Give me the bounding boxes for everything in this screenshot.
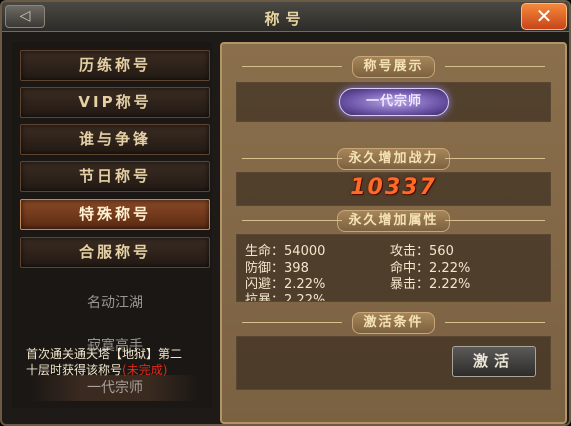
- power-section-header: 永久增加战力: [222, 148, 565, 170]
- activation-condition-text: 首次通关通天塔【地狱】第二 十层时获得该称号(未完成): [26, 347, 183, 377]
- close-x-icon: ✕: [535, 4, 553, 28]
- category-tab-merged-server[interactable]: 合服称号: [20, 237, 210, 268]
- power-box: 10337: [236, 172, 551, 206]
- category-tab-special[interactable]: 特殊称号: [20, 199, 210, 230]
- condition-section-header: 激活条件: [222, 312, 565, 334]
- title-list-item[interactable]: 名动江湖: [30, 290, 200, 316]
- attributes-section-header: 永久增加属性: [222, 210, 565, 232]
- title-detail-panel: 称号展示 一代宗师 永久增加战力 10337 永久增加属性 生命：54000 攻…: [220, 42, 567, 424]
- combat-power-value: 10337: [350, 175, 437, 200]
- category-tab-vip[interactable]: VIP称号: [20, 87, 210, 118]
- attr-defense: 防御：398: [245, 261, 309, 276]
- display-section-header: 称号展示: [222, 56, 565, 78]
- category-tab-training[interactable]: 历练称号: [20, 50, 210, 81]
- window-title: 称号: [264, 10, 307, 28]
- title-badge: 一代宗师: [339, 88, 449, 116]
- activate-button[interactable]: 激活: [452, 346, 536, 377]
- attr-attack: 攻击：560: [390, 244, 454, 259]
- title-list-item-selected[interactable]: 一代宗师: [30, 375, 200, 401]
- title-window: ◁ 称号 ✕ 历练称号 VIP称号 谁与争锋 节日称号 特殊称号 合服称号 名动…: [0, 0, 571, 426]
- attr-crit: 暴击：2.22%: [390, 277, 471, 292]
- category-tab-festival[interactable]: 节日称号: [20, 161, 210, 192]
- attributes-box: 生命：54000 攻击：560 防御：398 命中：2.22% 闪避：2.22%…: [236, 234, 551, 302]
- attr-hp: 生命：54000: [245, 244, 326, 259]
- condition-status: (未完成): [122, 363, 168, 377]
- title-bar: ◁ 称号 ✕: [2, 2, 569, 32]
- attr-dodge: 闪避：2.22%: [245, 277, 326, 292]
- close-button[interactable]: ✕: [521, 3, 567, 30]
- attr-crit-resist: 抗暴：2.22%: [245, 293, 326, 302]
- attr-hit: 命中：2.22%: [390, 261, 471, 276]
- title-display-box: 一代宗师: [236, 82, 551, 122]
- category-tab-contest[interactable]: 谁与争锋: [20, 124, 210, 155]
